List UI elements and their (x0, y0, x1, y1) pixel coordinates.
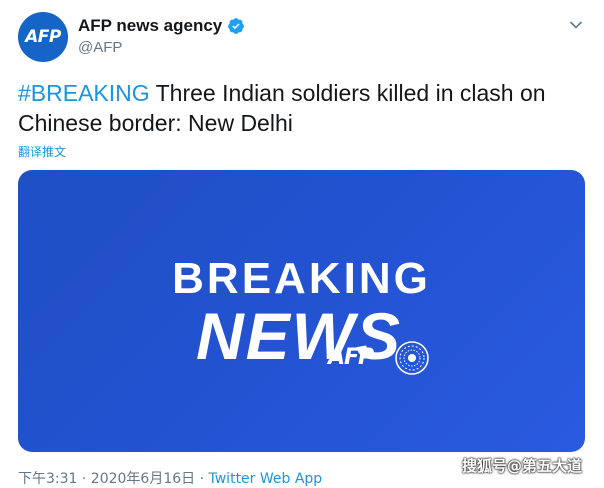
tweet-text: #BREAKING Three Indian soldiers killed i… (18, 78, 588, 138)
timestamp[interactable]: 下午3:31 · 2020年6月16日 · (18, 471, 209, 487)
avatar-text: AFP (25, 27, 61, 47)
tweet: AFP AFP news agency @AFP #BREAKING Three… (0, 0, 604, 487)
hashtag-link[interactable]: #BREAKING (18, 80, 150, 106)
source-app-link[interactable]: Twitter Web App (209, 471, 323, 487)
author-row: AFP news agency (78, 16, 245, 36)
globe-icon (394, 340, 430, 376)
tweet-meta: 下午3:31 · 2020年6月16日 · Twitter Web App (18, 468, 322, 488)
verified-badge-icon (227, 17, 245, 35)
media-brand-logo: AFP (328, 345, 374, 370)
avatar[interactable]: AFP (18, 12, 68, 62)
watermark: 搜狐号@第五大道 (462, 457, 583, 475)
caret-down-icon[interactable] (568, 17, 584, 33)
display-name[interactable]: AFP news agency (78, 16, 222, 36)
handle[interactable]: @AFP (78, 39, 122, 56)
media-image[interactable]: BREAKING NEWS AFP (18, 170, 585, 452)
translate-link[interactable]: 翻译推文 (18, 143, 66, 160)
media-headline-breaking: BREAKING (172, 254, 431, 303)
